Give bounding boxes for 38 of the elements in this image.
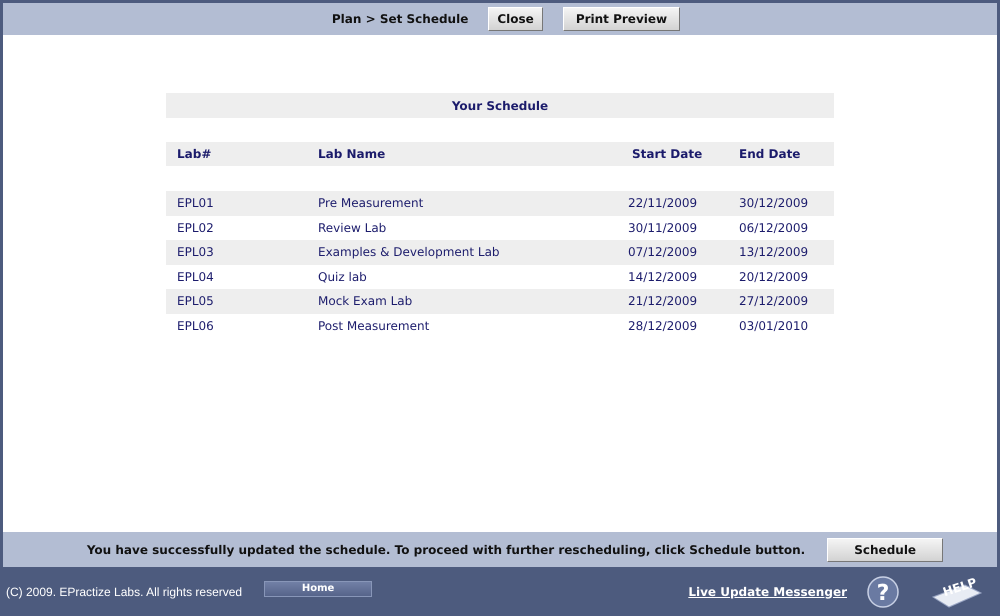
column-header: End Date <box>739 147 800 161</box>
table-cell: EPL06 <box>177 318 214 333</box>
table-cell: Mock Exam Lab <box>318 294 412 308</box>
status-message: You have successfully updated the schedule. To proceed with further rescheduling, click Schedule button. <box>86 542 806 556</box>
print-preview-button[interactable]: Print Preview <box>562 7 680 31</box>
table-cell-text: 21/12/2009 <box>627 294 698 308</box>
table-cell: 20/12/2009 <box>739 270 808 284</box>
table-title: Your Schedule <box>166 93 834 118</box>
table-cell: 30/12/2009 <box>739 196 808 210</box>
schedule-button[interactable]: Schedule <box>827 538 944 562</box>
column-header: Start Date <box>631 147 702 161</box>
home-button[interactable]: Home <box>264 580 372 596</box>
help-icon[interactable]: ? <box>867 576 899 608</box>
live-update-messenger-link[interactable]: Live Update Messenger <box>688 584 847 598</box>
table-cell-text: 14/12/2009 <box>627 270 698 284</box>
table-cell: EPL05 <box>177 294 214 308</box>
table-cell-text: 07/12/2009 <box>627 245 698 260</box>
column-header: Lab Name <box>318 147 386 161</box>
table-cell: Quiz lab <box>318 270 367 284</box>
table-cell-text: 28/12/2009 <box>627 318 698 333</box>
table-cell: EPL01 <box>177 196 214 210</box>
table-cell-text: 30/11/2009 <box>627 220 698 235</box>
table-cell: Review Lab <box>318 220 386 235</box>
table-cell: 13/12/2009 <box>739 245 808 260</box>
table-cell: EPL02 <box>177 220 214 235</box>
breadcrumb: Plan > Set Schedule <box>332 12 468 26</box>
table-cell: Pre Measurement <box>318 196 424 210</box>
copyright-text: (C) 2009. EPractize Labs. All rights reserved <box>6 584 242 598</box>
table-cell-text: 22/11/2009 <box>627 196 698 210</box>
column-header: Lab# <box>177 147 212 161</box>
table-cell: Examples & Development Lab <box>318 245 500 260</box>
close-button[interactable]: Close <box>488 7 543 31</box>
table-cell: EPL03 <box>177 245 214 260</box>
table-cell: EPL04 <box>177 270 214 284</box>
table-cell: 27/12/2009 <box>739 294 808 308</box>
table-cell: 06/12/2009 <box>739 220 808 235</box>
table-cell: Post Measurement <box>318 318 430 333</box>
table-cell: 03/01/2010 <box>739 318 808 333</box>
